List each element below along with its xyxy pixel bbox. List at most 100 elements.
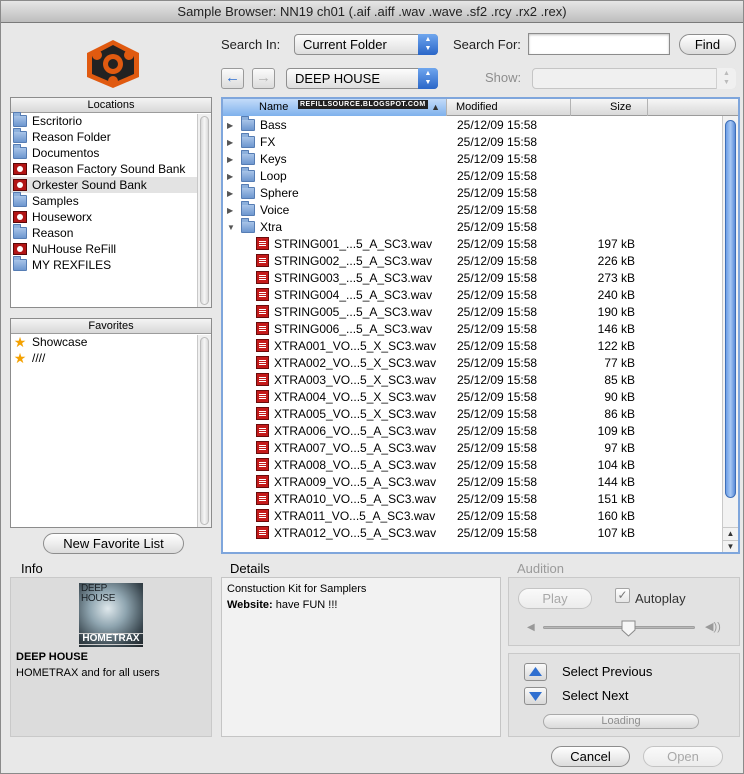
folder-row[interactable]: ▶ Sphere 25/12/09 15:58 <box>223 184 720 202</box>
file-name-cell: XTRA011_VO...5_A_SC3.wav <box>256 508 435 525</box>
folder-name: FX <box>260 135 276 149</box>
browser-scroll-thumb[interactable] <box>725 120 736 498</box>
file-row[interactable]: XTRA012_VO...5_A_SC3.wav 25/12/09 15:58 10… <box>223 525 720 542</box>
autoplay-checkbox[interactable]: ✓ <box>615 588 630 603</box>
show-select[interactable]: ▲ ▼ <box>532 68 736 89</box>
find-button[interactable]: Find <box>679 34 736 55</box>
file-row[interactable]: XTRA007_VO...5_A_SC3.wav 25/12/09 15:58 97… <box>223 440 720 457</box>
disclosure-closed-icon[interactable]: ▶ <box>227 117 237 134</box>
file-row[interactable]: XTRA011_VO...5_A_SC3.wav 25/12/09 15:58 16… <box>223 508 720 525</box>
file-row[interactable]: STRING001_...5_A_SC3.wav 25/12/09 15:58 19… <box>223 236 720 253</box>
file-row[interactable]: STRING003_...5_A_SC3.wav 25/12/09 15:58 27… <box>223 270 720 287</box>
volume-slider-track[interactable] <box>543 626 695 629</box>
scroll-thumb[interactable] <box>200 337 209 525</box>
favorite-item[interactable]: ★ //// <box>11 350 211 366</box>
sidebar-item-location[interactable]: Documentos <box>11 144 211 161</box>
file-name-cell: STRING002_...5_A_SC3.wav <box>256 253 432 270</box>
file-row[interactable]: STRING006_...5_A_SC3.wav 25/12/09 15:58 14… <box>223 321 720 338</box>
selection-panel: Select Previous Select Next Loading <box>508 653 740 737</box>
star-icon: ★ <box>13 334 27 350</box>
file-name-cell: XTRA009_VO...5_A_SC3.wav <box>256 474 436 491</box>
file-row[interactable]: XTRA006_VO...5_A_SC3.wav 25/12/09 15:58 10… <box>223 423 720 440</box>
path-select[interactable]: DEEP HOUSE ▲ ▼ <box>286 68 438 89</box>
disclosure-closed-icon[interactable]: ▶ <box>227 168 237 185</box>
file-row[interactable]: XTRA005_VO...5_X_SC3.wav 25/12/09 15:58 86… <box>223 406 720 423</box>
search-in-select[interactable]: Current Folder ▲ ▼ <box>294 34 438 55</box>
wav-file-icon <box>256 390 269 403</box>
file-row[interactable]: XTRA010_VO...5_A_SC3.wav 25/12/09 15:58 15… <box>223 491 720 508</box>
name-column-header[interactable]: Name REFILLSOURCE.BLOGSPOT.COM ▲ <box>223 99 447 116</box>
folder-row[interactable]: ▶ Loop 25/12/09 15:58 <box>223 167 720 185</box>
sidebar-item-location[interactable]: Reason Folder <box>11 128 211 145</box>
file-row[interactable]: STRING005_...5_A_SC3.wav 25/12/09 15:58 19… <box>223 304 720 321</box>
scroll-down-arrow[interactable]: ▼ <box>723 540 738 552</box>
folder-row[interactable]: ▶ FX 25/12/09 15:58 <box>223 133 720 151</box>
cancel-button[interactable]: Cancel <box>551 746 630 767</box>
sidebar-item-label: Escritorio <box>32 114 83 128</box>
path-value: DEEP HOUSE <box>295 71 381 86</box>
website-label: Website: <box>227 599 273 611</box>
sidebar-item-location[interactable]: Reason <box>11 224 211 241</box>
file-row[interactable]: STRING004_...5_A_SC3.wav 25/12/09 15:58 24… <box>223 287 720 304</box>
sidebar-item-location[interactable]: Samples <box>11 192 211 209</box>
forward-button[interactable]: → <box>252 68 275 89</box>
size-cell: 97 kB <box>604 441 635 455</box>
size-column-header[interactable]: Size <box>571 99 648 116</box>
wav-file-icon <box>256 475 269 488</box>
scroll-thumb[interactable] <box>200 116 209 305</box>
modified-cell: 25/12/09 15:58 <box>457 475 538 489</box>
disclosure-closed-icon[interactable]: ▶ <box>227 185 237 202</box>
disclosure-closed-icon[interactable]: ▶ <box>227 202 237 219</box>
open-button[interactable]: Open <box>643 746 723 767</box>
disclosure-open-icon[interactable]: ▼ <box>227 219 237 236</box>
file-row[interactable]: XTRA001_VO...5_X_SC3.wav 25/12/09 15:58 12… <box>223 338 720 355</box>
wav-file-icon <box>256 373 269 386</box>
folder-icon <box>13 112 27 127</box>
file-row[interactable]: XTRA004_VO...5_X_SC3.wav 25/12/09 15:58 90… <box>223 389 720 406</box>
art-title-line2: HOUSE <box>81 593 116 604</box>
play-button[interactable]: Play <box>518 588 592 609</box>
file-row[interactable]: XTRA002_VO...5_X_SC3.wav 25/12/09 15:58 77… <box>223 355 720 372</box>
folder-row[interactable]: ▶ Voice 25/12/09 15:58 <box>223 201 720 219</box>
file-name: XTRA008_VO...5_A_SC3.wav <box>274 458 437 472</box>
select-previous-button[interactable] <box>524 663 547 681</box>
modified-cell: 25/12/09 15:58 <box>457 237 538 251</box>
sidebar-item-location[interactable]: Houseworx <box>11 209 211 225</box>
info-panel: DEEP HOUSE HOMETRAX DEEP HOUSE HOMETRAX … <box>10 577 212 737</box>
modified-cell: 25/12/09 15:58 <box>457 458 538 472</box>
wav-file-icon <box>256 526 269 539</box>
sidebar-item-location[interactable]: Escritorio <box>11 112 211 129</box>
back-button[interactable]: ← <box>221 68 244 89</box>
select-next-button[interactable] <box>524 687 547 705</box>
arrow-up-icon <box>529 667 542 676</box>
modified-column-header[interactable]: Modified <box>447 99 571 116</box>
disclosure-closed-icon[interactable]: ▶ <box>227 134 237 151</box>
file-name: XTRA009_VO...5_A_SC3.wav <box>274 475 437 489</box>
new-favorite-list-button[interactable]: New Favorite List <box>43 533 184 554</box>
favorites-scrollbar[interactable] <box>197 335 211 527</box>
sidebar-item-location[interactable]: MY REXFILES <box>11 256 211 273</box>
scroll-up-arrow[interactable]: ▲ <box>723 527 738 539</box>
browser-scrollbar[interactable]: ▲ ▼ <box>722 116 738 552</box>
search-in-value: Current Folder <box>303 37 387 52</box>
size-cell: 226 kB <box>597 254 635 268</box>
modified-cell: 25/12/09 15:58 <box>457 203 538 217</box>
folder-row[interactable]: ▶ Bass 25/12/09 15:58 <box>223 116 720 134</box>
sidebar-item-location[interactable]: NuHouse ReFill <box>11 241 211 257</box>
sidebar-item-location[interactable]: Orkester Sound Bank <box>11 177 211 193</box>
file-row[interactable]: XTRA009_VO...5_A_SC3.wav 25/12/09 15:58 14… <box>223 474 720 491</box>
modified-cell: 25/12/09 15:58 <box>457 339 538 353</box>
file-row[interactable]: XTRA008_VO...5_A_SC3.wav 25/12/09 15:58 10… <box>223 457 720 474</box>
folder-row[interactable]: ▶ Keys 25/12/09 15:58 <box>223 150 720 168</box>
search-for-input[interactable] <box>528 33 670 55</box>
folder-row[interactable]: ▼ Xtra 25/12/09 15:58 <box>223 218 720 236</box>
locations-scrollbar[interactable] <box>197 114 211 307</box>
disclosure-closed-icon[interactable]: ▶ <box>227 151 237 168</box>
file-row[interactable]: STRING002_...5_A_SC3.wav 25/12/09 15:58 22… <box>223 253 720 270</box>
details-website-line: Website: have FUN !!! <box>227 599 337 611</box>
sort-ascending-icon: ▲ <box>431 102 440 112</box>
favorite-item[interactable]: ★ Showcase <box>11 334 211 350</box>
sidebar-item-location[interactable]: Reason Factory Sound Bank <box>11 161 211 177</box>
file-row[interactable]: XTRA003_VO...5_X_SC3.wav 25/12/09 15:58 85… <box>223 372 720 389</box>
volume-slider-knob[interactable] <box>621 620 636 637</box>
